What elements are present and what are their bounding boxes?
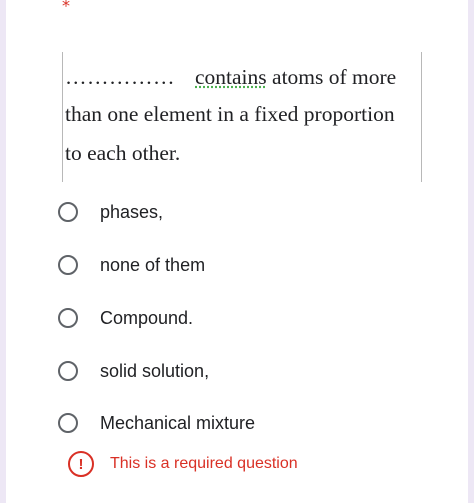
required-error: ! This is a required question [68, 451, 298, 477]
option-label: none of them [100, 254, 206, 275]
radio-button[interactable] [58, 255, 78, 275]
question-card: * …………… contains atoms of more than one e… [6, 0, 468, 503]
option-solid-solution[interactable]: solid solution, [58, 349, 418, 393]
question-keyword: contains [195, 65, 267, 89]
question-image: …………… contains atoms of more than one ele… [62, 52, 422, 182]
option-label: Compound. [100, 307, 194, 328]
error-message: This is a required question [110, 455, 298, 472]
radio-button[interactable] [58, 202, 78, 222]
question-line-1: …………… contains atoms of more [65, 65, 413, 90]
question-line-3: to each other. [65, 141, 181, 165]
radio-button[interactable] [58, 361, 78, 381]
option-mechanical-mixture[interactable]: Mechanical mixture [58, 401, 418, 445]
option-phases[interactable]: phases, [58, 190, 418, 234]
question-line-2: than one element in a fixed proportion [65, 102, 395, 126]
option-none-of-them[interactable]: none of them [58, 243, 418, 287]
exclamation-circle-icon: ! [68, 451, 94, 477]
option-label: phases, [100, 201, 164, 222]
question-blank: …………… [65, 65, 175, 89]
radio-button[interactable] [58, 413, 78, 433]
radio-button[interactable] [58, 308, 78, 328]
option-compound[interactable]: Compound. [58, 296, 418, 340]
option-label: Mechanical mixture [100, 412, 256, 433]
option-label: solid solution, [100, 360, 210, 381]
question-line-1-rest: atoms of more [272, 65, 397, 89]
required-asterisk: * [62, 0, 70, 15]
